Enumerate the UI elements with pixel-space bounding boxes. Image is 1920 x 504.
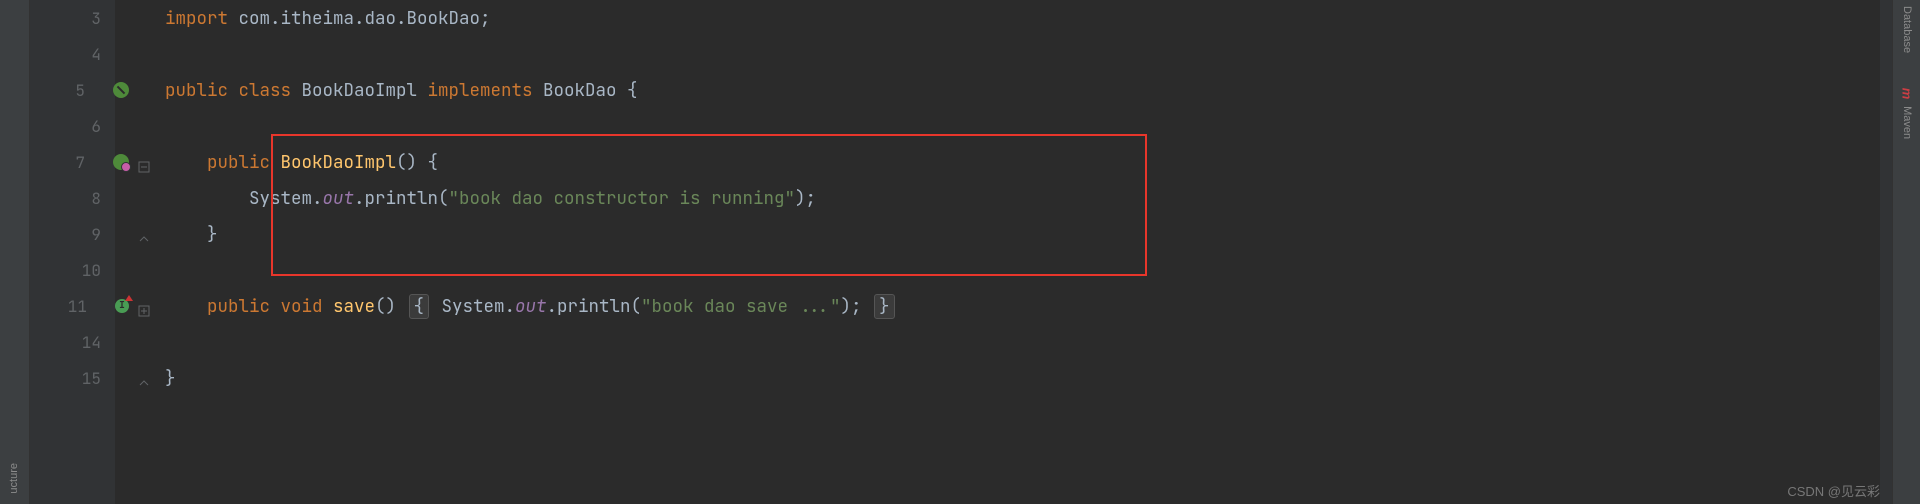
token-plain: .println( <box>547 295 642 318</box>
maven-icon: m <box>1900 88 1915 100</box>
token-fn: save <box>333 295 375 318</box>
watermark: CSDN @见云彩 <box>1787 481 1880 500</box>
line-number: 8 <box>91 188 101 209</box>
code-line[interactable]: import com.itheima.dao.BookDao; <box>165 0 1880 36</box>
line-number: 7 <box>75 152 85 173</box>
token-plain <box>165 151 207 174</box>
gutter-line[interactable]: 4 <box>30 36 115 72</box>
token-punct: ); <box>795 187 816 210</box>
gutter[interactable]: 3 45678 9 10 11 14 15 <box>30 0 115 504</box>
line-number: 9 <box>91 224 101 245</box>
token-punct: } <box>207 223 218 246</box>
line-number: 3 <box>91 8 101 29</box>
line-number: 4 <box>91 44 101 65</box>
token-plain: System. <box>165 187 323 210</box>
token-kw: public <box>207 151 281 174</box>
token-str: "book dao constructor is running" <box>449 187 796 210</box>
token-plain: BookDao <box>543 79 627 102</box>
token-punct: () <box>375 295 407 318</box>
gutter-line[interactable]: 9 <box>30 216 115 252</box>
code-line[interactable] <box>165 108 1880 144</box>
code-line[interactable]: public BookDaoImpl() { <box>165 144 1880 180</box>
maven-text: Maven <box>1901 106 1913 139</box>
gutter-line[interactable]: 3 <box>30 0 115 36</box>
scrollbar-track[interactable] <box>1880 0 1892 504</box>
token-plain: System. <box>431 295 515 318</box>
code-line[interactable]: public void save() { System.out.println(… <box>165 288 1880 324</box>
code-line[interactable]: } <box>165 360 1880 396</box>
token-punct: ; <box>480 7 491 30</box>
token-fn: BookDaoImpl <box>281 151 397 174</box>
code-line[interactable] <box>165 252 1880 288</box>
token-punct: } <box>165 367 176 390</box>
line-number: 14 <box>82 332 101 353</box>
editor-container: ucture 3 45678 9 10 11 14 15 import com.itheim… <box>0 0 1920 504</box>
collapsed-region[interactable]: { <box>409 294 430 319</box>
line-number: 5 <box>75 80 85 101</box>
gutter-line[interactable]: 7 <box>30 144 115 180</box>
token-field: out <box>323 187 355 210</box>
gutter-line[interactable]: 10 <box>30 252 115 288</box>
code-line[interactable]: System.out.println("book dao constructor… <box>165 180 1880 216</box>
token-punct: ); <box>841 295 873 318</box>
token-plain: com.itheima.dao.BookDao <box>239 7 481 30</box>
gutter-line[interactable]: 5 <box>30 72 115 108</box>
token-kw: import <box>165 7 239 30</box>
gutter-line[interactable]: 8 <box>30 180 115 216</box>
token-kw: implements <box>428 79 544 102</box>
structure-tool-label[interactable]: ucture <box>8 463 20 494</box>
token-plain <box>165 223 207 246</box>
left-tool-sidebar[interactable]: ucture <box>0 0 30 504</box>
token-plain <box>165 295 207 318</box>
token-punct: { <box>627 79 638 102</box>
token-punct: () { <box>396 151 438 174</box>
database-tool-label[interactable]: Database <box>1901 6 1913 53</box>
token-kw: public class <box>165 79 302 102</box>
code-line[interactable] <box>165 36 1880 72</box>
code-area[interactable]: import com.itheima.dao.BookDao; public cl… <box>115 0 1880 504</box>
line-number: 6 <box>91 116 101 137</box>
token-kw: public void <box>207 295 333 318</box>
gutter-line[interactable]: 15 <box>30 360 115 396</box>
code-line[interactable]: public class BookDaoImpl implements Book… <box>165 72 1880 108</box>
gutter-line[interactable]: 6 <box>30 108 115 144</box>
token-plain: .println( <box>354 187 449 210</box>
token-str: "book dao save ..." <box>641 295 841 318</box>
gutter-line[interactable]: 11 <box>30 288 115 324</box>
line-number: 11 <box>68 296 87 317</box>
code-line[interactable] <box>165 324 1880 360</box>
right-tool-sidebar[interactable]: Database m Maven <box>1892 0 1920 504</box>
code-line[interactable]: } <box>165 216 1880 252</box>
line-number: 10 <box>82 260 101 281</box>
collapsed-region[interactable]: } <box>874 294 895 319</box>
maven-tool-label[interactable]: m Maven <box>1901 86 1913 139</box>
line-number: 15 <box>82 368 101 389</box>
token-plain: BookDaoImpl <box>302 79 428 102</box>
token-field: out <box>515 295 547 318</box>
gutter-line[interactable]: 14 <box>30 324 115 360</box>
